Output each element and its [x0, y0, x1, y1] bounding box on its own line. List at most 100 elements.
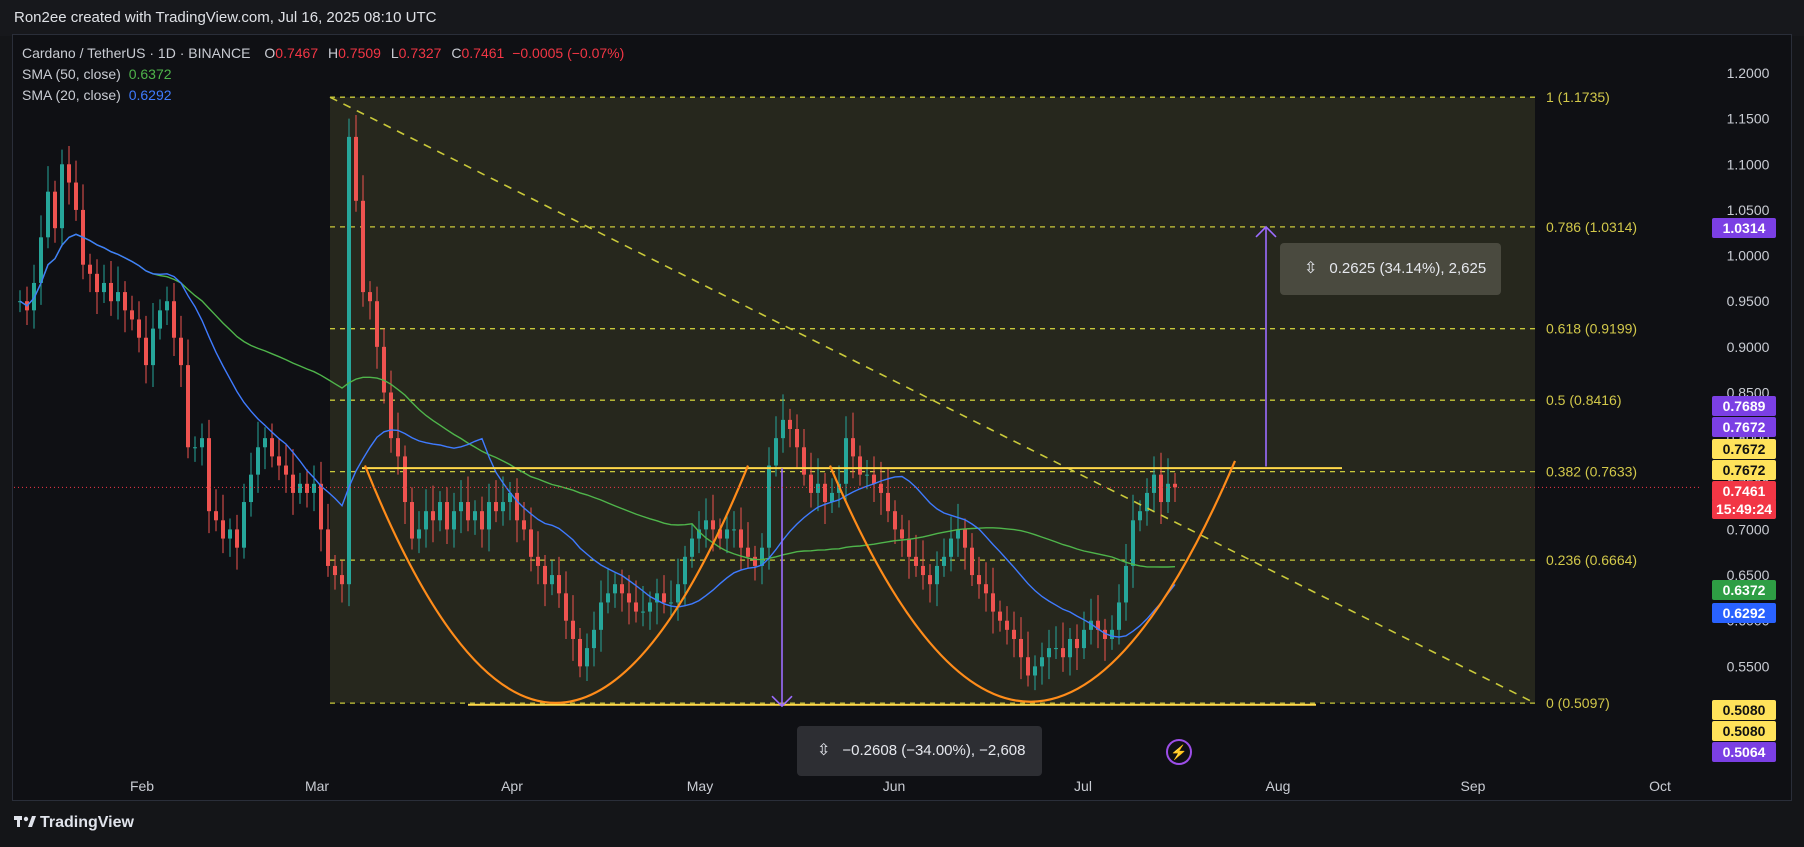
- price-chart[interactable]: 1 (1.1735) 0.786 (1.0314) 0.618 (0.9199) 0.…: [0, 0, 1804, 847]
- candle-body: [74, 182, 78, 210]
- candle-body: [193, 447, 197, 449]
- candle-body: [312, 483, 316, 493]
- candle-body: [137, 319, 141, 338]
- sma50-legend[interactable]: SMA (50, close) 0.6372: [22, 66, 172, 82]
- candle-body: [620, 584, 624, 594]
- candle-body: [921, 565, 925, 576]
- candle-body: [746, 547, 750, 557]
- price-tag-label: 0.7672: [1723, 419, 1766, 435]
- candle-body: [46, 191, 50, 238]
- x-tick-label: Aug: [1266, 778, 1291, 794]
- y-tick-label: 1.0500: [1727, 202, 1770, 218]
- candle-body: [606, 593, 610, 603]
- price-tag-label: 0.5080: [1723, 702, 1766, 718]
- candle-body: [403, 456, 407, 503]
- candle-body: [361, 200, 365, 293]
- candle-body: [88, 264, 92, 274]
- candle-body: [914, 556, 918, 566]
- lightning-icon[interactable]: ⚡: [1166, 739, 1192, 765]
- candle-body: [200, 438, 204, 448]
- candle-body: [739, 529, 743, 548]
- candle-body: [851, 438, 855, 457]
- price-tag-label: 0.7672: [1723, 441, 1766, 457]
- candle-body: [543, 565, 547, 585]
- price-tag-label: 15:49:24: [1716, 501, 1772, 517]
- candle-body: [704, 520, 708, 530]
- candle-body: [445, 502, 449, 530]
- sma20-label: SMA (20, close): [22, 87, 121, 103]
- fib-label: 0.382 (0.7633): [1546, 464, 1637, 480]
- candle-body: [228, 529, 232, 539]
- candle-body: [711, 520, 715, 530]
- low-label: L: [390, 45, 399, 61]
- candle-body: [970, 547, 974, 576]
- candle-body: [305, 483, 309, 493]
- candle-body: [1082, 629, 1086, 649]
- candle-body: [998, 611, 1002, 621]
- candle-body: [858, 456, 862, 475]
- candle-body: [487, 502, 491, 530]
- measure-icon: ⇳: [817, 742, 831, 759]
- sma50-label: SMA (50, close): [22, 66, 121, 82]
- candle-body: [907, 538, 911, 557]
- candle-body: [1152, 474, 1156, 493]
- candle-body: [459, 502, 463, 512]
- high-value: 0.7509: [338, 45, 381, 61]
- price-tag-label: 0.7461: [1723, 483, 1766, 499]
- candle-body: [95, 273, 99, 293]
- candle-body: [333, 565, 337, 576]
- candle-body: [977, 575, 981, 585]
- candle-body: [963, 529, 967, 548]
- candle-body: [1047, 648, 1051, 658]
- candle-body: [277, 456, 281, 466]
- candle-body: [1033, 666, 1037, 676]
- candle-body: [270, 438, 274, 457]
- candle-body: [781, 419, 785, 439]
- candle-body: [893, 511, 897, 530]
- measure-down-text: −0.2608 (−34.00%), −2,608: [842, 742, 1026, 759]
- sma20-value: 0.6292: [128, 87, 172, 103]
- measure-down-box[interactable]: ⇳ −0.2608 (−34.00%), −2,608: [797, 726, 1042, 776]
- candle-body: [662, 593, 666, 603]
- candle-body: [39, 237, 43, 283]
- candle-body: [319, 483, 323, 530]
- candle-body: [1166, 483, 1170, 503]
- sma20-legend[interactable]: SMA (20, close) 0.6292: [22, 87, 172, 103]
- x-tick-label: Apr: [501, 778, 523, 794]
- candle-body: [263, 438, 267, 448]
- high-label: H: [328, 45, 339, 61]
- candle-body: [396, 438, 400, 457]
- candle-body: [368, 292, 372, 302]
- candle-body: [354, 136, 358, 201]
- candle-body: [67, 164, 71, 183]
- candle-body: [578, 638, 582, 667]
- candle-body: [648, 602, 652, 612]
- candle-body: [123, 292, 127, 311]
- candle-body: [158, 310, 162, 329]
- y-tick-label: 1.0000: [1727, 248, 1770, 264]
- candle-body: [438, 502, 442, 521]
- x-tick-label: Feb: [130, 778, 154, 794]
- x-tick-label: May: [687, 778, 713, 794]
- candle-body: [984, 584, 988, 594]
- brand-footer: TradingView: [14, 814, 134, 832]
- candle-body: [1173, 483, 1177, 488]
- candle-body: [935, 565, 939, 585]
- x-tick-label: Oct: [1649, 778, 1671, 794]
- x-tick-label: Mar: [305, 778, 329, 794]
- fib-label: 0.618 (0.9199): [1546, 321, 1637, 337]
- candle-body: [452, 511, 456, 530]
- candle-body: [816, 483, 820, 493]
- measure-up-box[interactable]: ⇳ 0.2625 (34.14%), 2,625: [1280, 243, 1501, 295]
- y-tick-label: 1.1500: [1727, 111, 1770, 127]
- candle-body: [473, 511, 477, 521]
- candle-body: [130, 310, 134, 320]
- fib-label: 0.236 (0.6664): [1546, 552, 1637, 568]
- open-value: 0.7467: [275, 45, 319, 61]
- candle-body: [949, 538, 953, 557]
- candle-body: [291, 474, 295, 493]
- candle-body: [599, 602, 603, 630]
- candle-body: [1110, 629, 1114, 639]
- candle-body: [585, 648, 589, 667]
- candle-body: [676, 584, 680, 603]
